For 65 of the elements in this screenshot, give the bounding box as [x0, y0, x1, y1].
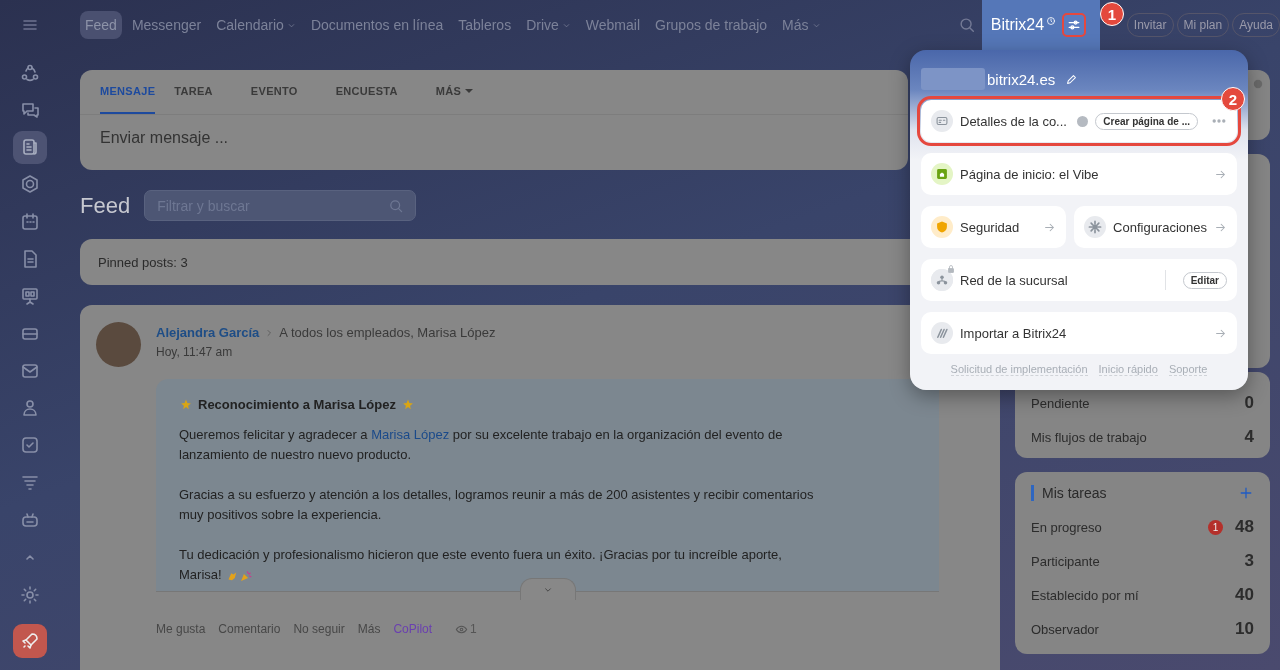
post-action[interactable]: Comentario [218, 622, 281, 636]
nav-item[interactable]: Calendario [211, 11, 301, 39]
post-action[interactable]: Más [357, 622, 381, 636]
nav-item[interactable]: Drive [521, 11, 576, 39]
menu-card[interactable]: Importar a Bitrix24 [921, 312, 1237, 354]
post-paragraph: Tu dedicación y profesionalismo hicieron que este evento fuera un éxito. ¡Gracias por tu increíble aporte, Marisa! [179, 546, 783, 585]
counter-value: 4 [1244, 427, 1254, 447]
page-title: Feed [80, 192, 131, 219]
nav-item[interactable]: Grupos de trabajo [650, 11, 773, 39]
nav-item[interactable]: Tableros [453, 11, 517, 39]
nav-item[interactable]: Feed [80, 11, 122, 39]
item-label: Importar a Bitrix24 [960, 325, 1067, 341]
counter-value: 48 [1235, 517, 1254, 537]
counter-value: 40 [1235, 585, 1254, 605]
nav-item[interactable]: Más [777, 11, 826, 39]
item-label: Red de la sucursal [960, 272, 1068, 288]
nav-item[interactable]: Webmail [580, 11, 645, 39]
post-title: Reconocimiento a Marisa López [198, 397, 396, 412]
nav-item[interactable]: Documentos en línea [305, 11, 449, 39]
edit-button[interactable]: Editar [1182, 271, 1227, 289]
menu-card[interactable]: Red de la sucursal Editar [921, 259, 1237, 301]
footer-link[interactable]: Soporte [1168, 363, 1208, 376]
notification-badge: 1 [1208, 519, 1224, 535]
counter-label: Mis flujos de trabajo [1031, 429, 1147, 445]
annotation-badge: 1 [1099, 2, 1124, 26]
post-action[interactable]: Me gusta [156, 622, 206, 636]
message-field[interactable]: Enviar mensaje ... [80, 115, 420, 161]
footer-link[interactable]: Solicitud de implementación [950, 363, 1088, 376]
counter-value: 3 [1244, 551, 1254, 571]
counter-label: Establecido por mí [1031, 587, 1139, 603]
item-label: Página de inicio: el Vibe [960, 166, 1099, 182]
post-action[interactable]: No seguir [293, 622, 345, 636]
counter-label: Participante [1031, 553, 1100, 569]
annotation-badge: 2 [1221, 87, 1245, 111]
portal-name: Bitrix24 [990, 16, 1045, 34]
portal-domain: bitrix24.es [987, 70, 1056, 88]
composer-tab[interactable]: MENSAJE [100, 70, 156, 114]
composer-tab[interactable]: MÁS [435, 70, 493, 114]
post-time: Hoy, 11:47 am [156, 345, 234, 359]
footer-link[interactable]: Inicio rápido [1098, 363, 1158, 376]
post-action[interactable]: CoPilot [393, 622, 433, 636]
widget-title: Mis tareas [1031, 485, 1107, 501]
menu-card[interactable]: Configuraciones [1074, 206, 1237, 248]
item-label: Detalles de la co... [960, 113, 1067, 129]
item-label: Configuraciones [1113, 219, 1207, 235]
counter-label: En progreso [1031, 519, 1102, 535]
post-paragraph: Gracias a su esfuerzo y atención a los detalles, logramos reunir a más de 200 asistentes y recibir comentarios muy positivos sobre la experiencia. [179, 486, 815, 524]
composer-tab[interactable]: ENCUESTA [335, 70, 417, 114]
create-page-button[interactable]: Crear página de ... [1095, 112, 1198, 130]
counter-label: Observador [1031, 621, 1099, 637]
counter-value: 10 [1235, 619, 1254, 639]
nav-item[interactable]: Messenger [126, 11, 207, 39]
item-label: Seguridad [960, 219, 1020, 235]
counter-label: Pendiente [1031, 395, 1090, 411]
counter-value: 0 [1244, 393, 1254, 413]
post-paragraph: Queremos felicitar y agradecer a Marisa López por su excelente trabajo en la organización del evento de lanzamiento de nuestro nuevo producto. [179, 426, 784, 464]
author-link[interactable]: Alejandra García [156, 325, 260, 340]
menu-card[interactable]: Seguridad [921, 206, 1067, 248]
mention-link[interactable]: Marisa López [371, 427, 450, 442]
pinned-label: Pinned posts: 3 [98, 254, 188, 270]
post-recipients: A todos los empleados, Marisa López [279, 325, 496, 340]
menu-card[interactable]: Página de inicio: el Vibe [921, 153, 1237, 195]
portal-tab[interactable]: Bitrix24 [981, 0, 1100, 50]
composer-tab[interactable]: TAREA [174, 70, 232, 114]
composer-tab[interactable]: EVENTO [250, 70, 317, 114]
